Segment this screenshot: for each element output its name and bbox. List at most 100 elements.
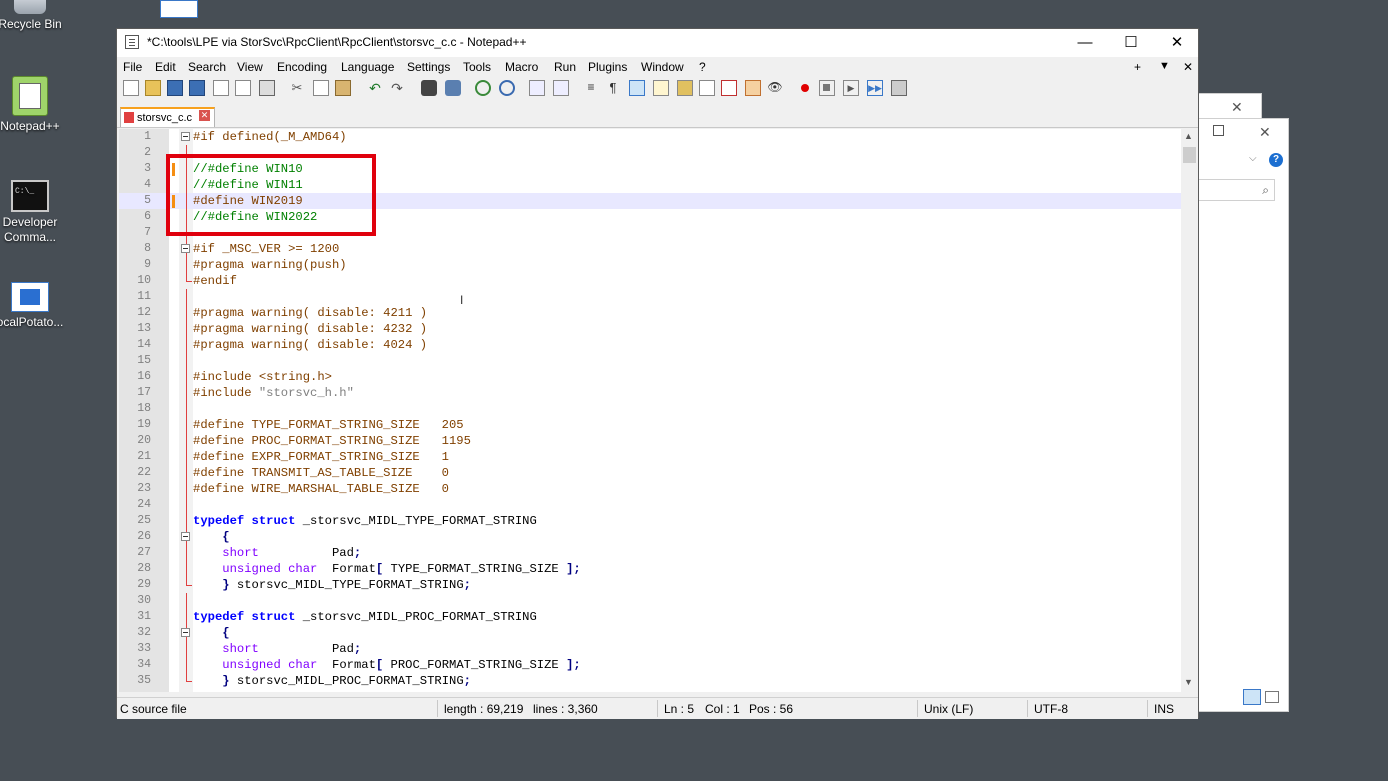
sync-horizontal-icon[interactable] [553,80,569,96]
menu-window[interactable]: Window [641,60,684,74]
code-line[interactable]: 17 #include "storsvc_h.h" [119,385,1181,401]
close-icon[interactable] [213,80,229,96]
close-icon[interactable]: ✕ [1259,124,1271,141]
shortcut-icon[interactable] [160,0,198,18]
desktop-icon-recycle-bin[interactable]: Recycle Bin [0,0,70,32]
fold-toggle-icon[interactable] [181,628,190,637]
code-line[interactable]: 28 unsigned char Format[ TYPE_FORMAT_STR… [119,561,1181,577]
undo-icon[interactable]: ↶ [367,80,383,96]
menu-file[interactable]: File [123,60,142,74]
close-button[interactable]: ✕ [1154,29,1200,57]
menu-settings[interactable]: Settings [407,60,450,74]
code-line[interactable]: 18 [119,401,1181,417]
code-line[interactable]: 13 #pragma warning( disable: 4232 ) [119,321,1181,337]
sync-vertical-icon[interactable] [529,80,545,96]
maximize-button[interactable]: ☐ [1108,29,1154,57]
menu-macro[interactable]: Macro [505,60,538,74]
doc-map-icon[interactable] [677,80,693,96]
indent-guide-icon[interactable] [629,80,645,96]
stop-macro-icon[interactable] [819,80,835,96]
code-line[interactable]: 31 typedef struct _storsvc_MIDL_PROC_FORM… [119,609,1181,625]
function-list-icon[interactable] [721,80,737,96]
paste-icon[interactable] [335,80,351,96]
menu-plugins[interactable]: Plugins [588,60,627,74]
desktop-icon-notepadpp[interactable]: Notepad++ [0,76,70,134]
close-icon[interactable]: ✕ [1231,99,1243,116]
code-line[interactable]: 25 typedef struct _storsvc_MIDL_TYPE_FORM… [119,513,1181,529]
code-line[interactable]: 24 [119,497,1181,513]
vertical-scrollbar[interactable]: ▲ ▼ [1181,129,1198,692]
code-line[interactable]: 29 } storsvc_MIDL_TYPE_FORMAT_STRING; [119,577,1181,593]
word-wrap-icon[interactable]: ≡ [583,80,599,96]
code-line[interactable]: 11 [119,289,1181,305]
open-file-icon[interactable] [145,80,161,96]
scroll-thumb[interactable] [1183,147,1196,163]
save-all-icon[interactable] [189,80,205,96]
fold-toggle-icon[interactable] [181,132,190,141]
tiles-view-icon[interactable] [1265,691,1279,703]
show-all-chars-icon[interactable]: ¶ [605,80,621,96]
zoom-in-icon[interactable] [475,80,491,96]
print-icon[interactable] [259,80,275,96]
status-encoding[interactable]: UTF-8 [1034,702,1068,716]
code-line[interactable]: 12 #pragma warning( disable: 4211 ) [119,305,1181,321]
title-bar[interactable]: *C:\tools\LPE via StorSvc\RpcClient\RpcC… [117,29,1198,57]
menu-encoding[interactable]: Encoding [277,60,327,74]
code-line[interactable]: 23 #define WIRE_MARSHAL_TABLE_SIZE 0 [119,481,1181,497]
record-macro-icon[interactable] [797,80,813,96]
run-macro-multiple-icon[interactable]: ▶▶ [867,80,883,96]
save-macro-icon[interactable] [891,80,907,96]
code-line[interactable]: 21 #define EXPR_FORMAT_STRING_SIZE 1 [119,449,1181,465]
code-line[interactable]: 33 short Pad; [119,641,1181,657]
desktop-icon-developer-command[interactable]: C:\_ Developer Comma... [0,180,70,245]
fold-toggle-icon[interactable] [181,532,190,541]
doc-list-icon[interactable] [699,80,715,96]
tab-storsvc-c[interactable]: storsvc_c.c ✕ [120,107,215,127]
code-line[interactable]: 9 #pragma warning(push) [119,257,1181,273]
code-line[interactable]: 34 unsigned char Format[ PROC_FORMAT_STR… [119,657,1181,673]
fold-toggle-icon[interactable] [181,244,190,253]
code-line[interactable]: 8 #if _MSC_VER >= 1200 [119,241,1181,257]
scroll-down-icon[interactable]: ▼ [1184,677,1193,687]
list-down-icon[interactable]: ▼ [1159,60,1170,72]
menu-tools[interactable]: Tools [463,60,491,74]
notepadpp-window[interactable]: *C:\tools\LPE via StorSvc\RpcClient\RpcC… [116,28,1199,719]
cut-icon[interactable]: ✂ [289,80,305,96]
close-all-icon[interactable] [235,80,251,96]
redo-icon[interactable]: ↷ [389,80,405,96]
desktop-icon-localpotato[interactable]: ocalPotato... [0,282,70,330]
status-mode[interactable]: INS [1154,702,1174,716]
code-line[interactable]: 16 #include <string.h> [119,369,1181,385]
code-line[interactable]: 15 [119,353,1181,369]
maximize-icon[interactable] [1213,125,1224,136]
search-input[interactable]: ⌕ [1197,179,1275,201]
code-line[interactable]: 10 #endif [119,273,1181,289]
replace-icon[interactable] [445,80,461,96]
menu-language[interactable]: Language [341,60,394,74]
menu-help[interactable]: ? [699,60,706,74]
code-line[interactable]: 1 #if defined(_M_AMD64) [119,129,1181,145]
udl-icon[interactable] [653,80,669,96]
code-line[interactable]: 32 { [119,625,1181,641]
folder-workspace-icon[interactable] [745,80,761,96]
code-line[interactable]: 27 short Pad; [119,545,1181,561]
menu-search[interactable]: Search [188,60,226,74]
save-icon[interactable] [167,80,183,96]
scroll-up-icon[interactable]: ▲ [1184,131,1193,141]
menu-view[interactable]: View [237,60,263,74]
menu-run[interactable]: Run [554,60,576,74]
background-window-front[interactable]: ✕ ⌵ ? ⌕ [1196,118,1289,712]
code-line[interactable]: 35 } storsvc_MIDL_PROC_FORMAT_STRING; [119,673,1181,689]
monitoring-icon[interactable]: 👁 [767,80,783,96]
menu-edit[interactable]: Edit [155,60,176,74]
copy-icon[interactable] [313,80,329,96]
code-line[interactable]: 26 { [119,529,1181,545]
minimize-button[interactable]: — [1062,29,1108,57]
code-line[interactable]: 22 #define TRANSMIT_AS_TABLE_SIZE 0 [119,465,1181,481]
help-icon[interactable]: ? [1269,153,1283,167]
status-eol[interactable]: Unix (LF) [924,702,973,716]
chevron-down-icon[interactable]: ⌵ [1249,153,1257,164]
code-line[interactable]: 14 #pragma warning( disable: 4024 ) [119,337,1181,353]
close-doc-icon[interactable]: ✕ [1183,60,1193,74]
plus-icon[interactable]: + [1134,60,1141,74]
